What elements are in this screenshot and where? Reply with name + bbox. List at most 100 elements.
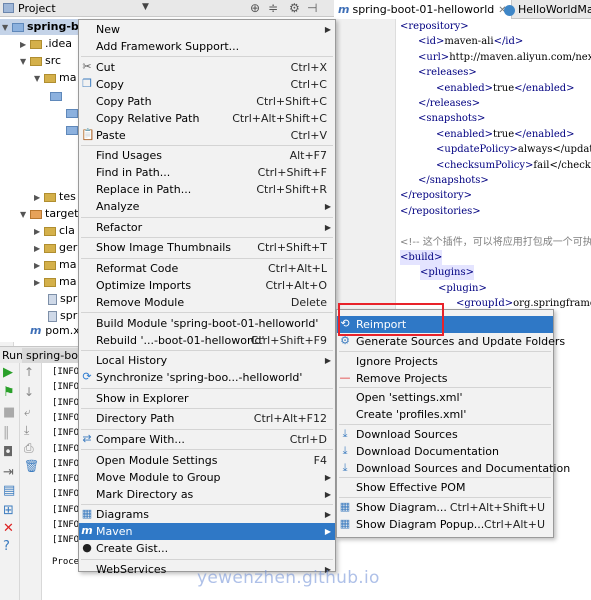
context-menu-item[interactable]: Copy Path Ctrl+Shift+C xyxy=(79,93,335,110)
context-menu-item[interactable]: Copy Relative Path Ctrl+Alt+Shift+C xyxy=(79,110,335,127)
expand-arrow-icon[interactable]: ▶ xyxy=(20,37,30,53)
context-menu-item[interactable]: Find in Path... Ctrl+Shift+F xyxy=(79,164,335,181)
expand-arrow-icon[interactable]: ▶ xyxy=(34,275,44,291)
expand-arrow-icon[interactable]: ▶ xyxy=(34,241,44,257)
tree-item[interactable]: spr xyxy=(0,291,77,307)
tab-helloworldmain[interactable]: HelloWorldMain xyxy=(500,0,591,19)
maven-submenu-item[interactable]: Ignore Projects xyxy=(337,353,553,370)
stop-icon[interactable]: ■ xyxy=(3,405,15,420)
tree-item-pom[interactable]: m pom.x xyxy=(30,324,80,337)
maven-submenu-item[interactable]: ▦ Show Diagram Popup... Ctrl+Alt+U xyxy=(337,516,553,533)
run-icon[interactable]: ▶ xyxy=(3,365,13,380)
folder-icon xyxy=(44,243,56,253)
context-menu-item[interactable]: Analyze ▶ xyxy=(79,198,335,215)
scroll-end-icon[interactable]: ⤓ xyxy=(24,423,29,438)
expand-arrow-icon[interactable]: ▼ xyxy=(34,71,44,87)
gear-icon[interactable]: ⚙ xyxy=(289,1,300,15)
maven-submenu-item[interactable]: ⤓ Download Sources xyxy=(337,426,553,443)
camera-icon[interactable]: ◘ xyxy=(3,445,13,460)
code-editor[interactable]: <repository> <id>maven-ali</id> <url>http:… xyxy=(396,19,591,319)
exit-icon[interactable]: ⇥ xyxy=(3,465,14,480)
trash-icon[interactable]: 🗑 xyxy=(24,459,39,473)
context-menu-item[interactable]: Open Module Settings F4 xyxy=(79,452,335,469)
context-menu-item[interactable]: Directory Path Ctrl+Alt+F12 xyxy=(79,410,335,427)
menu-separator xyxy=(81,449,333,451)
tree-item-label: target xyxy=(45,207,79,220)
context-menu-item[interactable]: ✂ Cut Ctrl+X xyxy=(79,59,335,76)
code-line: <checksumPolicy>fail</checksu xyxy=(436,159,591,171)
tree-item[interactable]: spr xyxy=(0,308,77,324)
expand-arrow-icon[interactable]: ▶ xyxy=(34,258,44,274)
context-menu-item[interactable]: ⇄ Compare With... Ctrl+D xyxy=(79,431,335,448)
chevron-down-icon[interactable]: ▼ xyxy=(142,2,149,12)
context-menu-item[interactable]: Build Module 'spring-boot-01-helloworld' xyxy=(79,315,335,332)
wrap-icon[interactable]: ⤶ xyxy=(24,405,31,420)
context-menu-item[interactable]: Optimize Imports Ctrl+Alt+O xyxy=(79,277,335,294)
maven-submenu-item[interactable]: Show Effective POM xyxy=(337,479,553,496)
print-icon[interactable]: ⎙ xyxy=(24,441,34,456)
context-menu-item[interactable]: Show in Explorer xyxy=(79,390,335,407)
pin-icon[interactable]: ⊞ xyxy=(3,503,14,518)
debug-icon[interactable]: ⚑ xyxy=(3,385,15,400)
expand-arrow-icon[interactable]: ▼ xyxy=(2,20,12,36)
run-panel-title: Run xyxy=(2,349,24,362)
context-menu-item[interactable]: 📋 Paste Ctrl+V xyxy=(79,127,335,144)
expand-arrow-icon[interactable]: ▼ xyxy=(20,54,30,70)
console-output[interactable]: [INFO [INFO [INFO [INFO [INFO [INFO [INFO [INFO… xyxy=(42,363,82,600)
maven-submenu-item-label: Show Diagram Popup... xyxy=(356,517,485,531)
context-menu-item[interactable]: Local History ▶ xyxy=(79,352,335,369)
tree-item[interactable]: ▶ tes xyxy=(0,189,76,205)
pause-icon[interactable]: ‖ xyxy=(3,425,10,440)
context-menu-item[interactable]: Remove Module Delete xyxy=(79,294,335,311)
tree-item[interactable]: ▼ target xyxy=(0,206,78,222)
context-menu-item[interactable]: ⟳ Synchronize 'spring-boo...-helloworld' xyxy=(79,369,335,386)
context-menu-item[interactable]: Reformat Code Ctrl+Alt+L xyxy=(79,260,335,277)
tab-pom[interactable]: m spring-boot-01-helloworld ✕ xyxy=(334,0,512,19)
run-tab[interactable]: spring-bo xyxy=(22,348,82,363)
hide-icon[interactable]: ⊣ xyxy=(307,1,317,15)
context-menu-item[interactable]: ● Create Gist... xyxy=(79,540,335,557)
folder-icon xyxy=(44,73,56,83)
help-icon[interactable]: ? xyxy=(3,539,10,554)
context-menu-item[interactable]: New ▶ xyxy=(79,21,335,38)
tree-item-label: pom.x xyxy=(45,324,80,337)
tree-item[interactable]: ▶ cla xyxy=(0,223,75,239)
tree-item-label: ma xyxy=(59,71,77,84)
context-menu-item[interactable]: m Maven ▶ xyxy=(79,523,335,541)
project-panel-title[interactable]: Project xyxy=(18,2,56,15)
context-menu-item[interactable]: Find Usages Alt+F7 xyxy=(79,147,335,164)
layout-icon[interactable]: ▤ xyxy=(3,483,15,498)
menu-separator xyxy=(81,349,333,351)
expand-arrow-icon[interactable]: ▶ xyxy=(34,190,44,206)
tree-item[interactable]: ▶ .idea xyxy=(0,36,72,52)
context-menu-item[interactable]: Show Image Thumbnails Ctrl+Shift+T xyxy=(79,239,335,256)
expand-arrow-icon[interactable]: ▼ xyxy=(20,207,30,223)
collapse-icon[interactable]: ≑ xyxy=(268,1,278,15)
tree-item[interactable]: ▶ ma xyxy=(0,274,76,290)
maven-submenu-item[interactable]: Create 'profiles.xml' xyxy=(337,406,553,423)
maven-submenu-item[interactable]: ⤓ Download Sources and Documentation xyxy=(337,460,571,477)
maven-submenu-item[interactable]: Open 'settings.xml' xyxy=(337,389,553,406)
tree-item[interactable]: ▶ ma xyxy=(0,257,76,273)
maven-submenu-item[interactable]: ⤓ Download Documentation xyxy=(337,443,553,460)
target-icon[interactable]: ⊕ xyxy=(250,1,260,15)
context-menu-item[interactable]: Rebuild '...-boot-01-helloworld' Ctrl+Shi… xyxy=(79,332,335,349)
tree-item[interactable]: ▼ src xyxy=(0,53,61,69)
maven-submenu-item[interactable]: ▦ Show Diagram... Ctrl+Alt+Shift+U xyxy=(337,499,553,516)
tree-item[interactable]: ▶ ger xyxy=(0,240,77,256)
arrow-down-icon[interactable]: ↓ xyxy=(24,385,34,399)
context-menu-item[interactable]: Add Framework Support... xyxy=(79,38,335,55)
context-menu-item[interactable]: Mark Directory as ▶ xyxy=(79,486,335,503)
arrow-up-icon[interactable]: ↑ xyxy=(24,365,34,379)
expand-arrow-icon[interactable]: ▶ xyxy=(34,224,44,240)
close-icon[interactable]: ✕ xyxy=(3,521,14,536)
tree-item[interactable]: ▼ ma xyxy=(0,70,76,86)
chevron-right-icon: ▶ xyxy=(324,510,331,520)
context-menu-item[interactable]: Replace in Path... Ctrl+Shift+R xyxy=(79,181,335,198)
maven-submenu-item[interactable]: — Remove Projects xyxy=(337,370,553,387)
context-menu-item[interactable]: ▦ Diagrams ▶ xyxy=(79,506,335,523)
context-menu-item[interactable]: Refactor ▶ xyxy=(79,219,335,236)
tree-item[interactable]: ▼ spring-bo xyxy=(0,19,86,36)
context-menu-item[interactable]: ❐ Copy Ctrl+C xyxy=(79,76,335,93)
context-menu-item[interactable]: Move Module to Group ▶ xyxy=(79,469,335,486)
